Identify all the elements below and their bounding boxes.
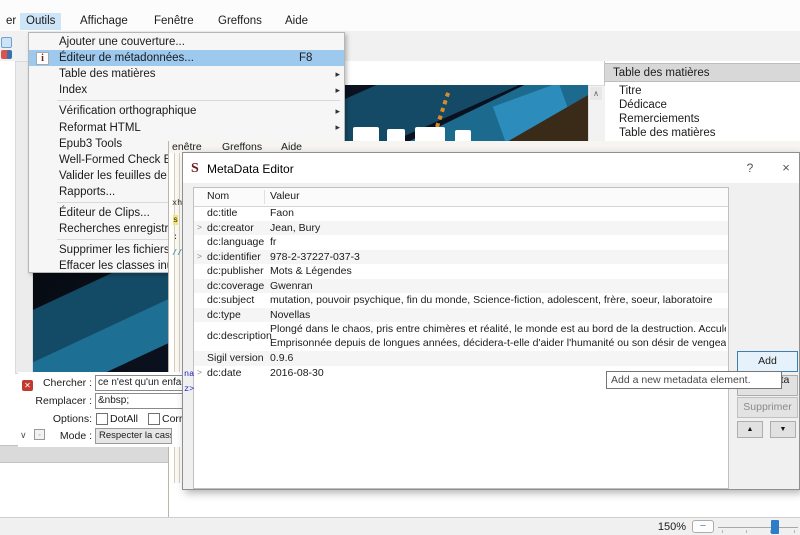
code-fragment: // bbox=[172, 248, 182, 258]
mode-label: Mode : bbox=[18, 430, 92, 442]
add-metadata-button[interactable]: Add Metadata bbox=[737, 351, 798, 372]
table-row[interactable]: dc:subjectmutation, pouvoir psychique, f… bbox=[194, 293, 728, 308]
zoom-slider-track[interactable] bbox=[718, 527, 798, 528]
slider-tick bbox=[722, 530, 723, 533]
zoom-level: 150% bbox=[648, 521, 686, 533]
table-row[interactable]: dc:descriptionPlongé dans le chaos, pris… bbox=[194, 322, 728, 351]
correspondance-label: Corres bbox=[162, 413, 182, 425]
menubar-item-aide[interactable]: Aide bbox=[279, 13, 314, 30]
search-input[interactable]: ce n'est qu'un enfan bbox=[95, 375, 182, 391]
help-icon[interactable]: ? bbox=[741, 161, 759, 175]
cover-title-letter bbox=[415, 127, 445, 141]
submenu-arrow-icon: ▸ bbox=[335, 122, 340, 133]
chercher-label: Chercher : bbox=[18, 377, 92, 389]
menu-item-editeur-metadonnees[interactable]: i Éditeur de métadonnées... F8 bbox=[29, 50, 344, 66]
menu-item-verification[interactable]: Vérification orthographique▸ bbox=[29, 103, 344, 119]
menubar-item-fenetre[interactable]: Fenêtre bbox=[148, 13, 200, 30]
menu-item-reformat-html[interactable]: Reformat HTML▸ bbox=[29, 119, 344, 135]
status-bar: 150% − bbox=[0, 517, 800, 535]
metadata-table: Nom Valeur dc:titleFaon >dc:creatorJean,… bbox=[193, 187, 729, 489]
table-row[interactable]: dc:typeNovellas bbox=[194, 308, 728, 323]
zoom-slider-handle[interactable] bbox=[771, 520, 779, 534]
slider-tick bbox=[746, 530, 747, 533]
zoom-out-button[interactable]: − bbox=[692, 520, 714, 533]
options-label: Options: bbox=[18, 413, 92, 425]
shortcut-f8: F8 bbox=[299, 52, 312, 64]
column-header-valeur[interactable]: Valeur bbox=[270, 190, 300, 202]
cover-title-letter bbox=[387, 129, 405, 141]
menu-item-ajouter-couverture[interactable]: Ajouter une couverture... bbox=[29, 34, 344, 50]
submenu-arrow-icon: ▸ bbox=[335, 69, 340, 80]
table-row[interactable]: dc:titleFaon bbox=[194, 206, 728, 221]
slider-tick bbox=[794, 530, 795, 533]
submenu-arrow-icon: ▸ bbox=[335, 106, 340, 117]
submenu-arrow-icon: ▸ bbox=[335, 85, 340, 96]
toc-item-remerciements[interactable]: Remerciements bbox=[619, 112, 700, 126]
table-header: Nom Valeur bbox=[194, 188, 728, 207]
cover-title-letter bbox=[455, 130, 471, 141]
add-metadata-tooltip: Add a new metadata element. bbox=[606, 371, 782, 389]
table-row[interactable]: dc:publisherMots & Légendes bbox=[194, 264, 728, 279]
up-arrow-icon: ▲ bbox=[747, 426, 754, 433]
menubar-item-partial[interactable]: er bbox=[0, 13, 22, 30]
code-fragment: na bbox=[184, 369, 194, 379]
column-header-nom[interactable]: Nom bbox=[207, 190, 229, 202]
bottom-divider-bar bbox=[0, 445, 168, 463]
dotall-checkbox[interactable] bbox=[96, 413, 108, 425]
menu-item-index[interactable]: Index▸ bbox=[29, 82, 344, 98]
minus-icon: − bbox=[700, 520, 706, 532]
expand-arrow-icon[interactable]: > bbox=[197, 367, 202, 377]
expand-arrow-icon[interactable]: > bbox=[197, 251, 202, 261]
toc-item-titre[interactable]: Titre bbox=[619, 84, 642, 98]
menu-item-table-matieres[interactable]: Table des matières▸ bbox=[29, 66, 344, 82]
metadata-editor-dialog: S MetaData Editor ? × Nom Valeur dc:titl… bbox=[182, 152, 800, 490]
find-replace-panel: ✕ Chercher : ce n'est qu'un enfan Rempla… bbox=[18, 372, 182, 447]
toc-panel-header: Table des matières bbox=[605, 63, 800, 82]
toc-item-tdm[interactable]: Table des matières bbox=[619, 126, 716, 140]
table-row[interactable]: dc:languagefr bbox=[194, 235, 728, 250]
code-fragment: s bbox=[173, 215, 178, 225]
correspondance-checkbox[interactable] bbox=[148, 413, 160, 425]
menubar-item-outils[interactable]: Outils bbox=[20, 13, 61, 30]
table-row[interactable]: Sigil version0.9.6 bbox=[194, 351, 728, 366]
screen: er Outils Affichage Fenêtre Greffons Aid… bbox=[0, 0, 800, 535]
move-down-button[interactable]: ▼ bbox=[770, 421, 796, 438]
remplacer-label: Remplacer : bbox=[18, 395, 92, 407]
close-icon[interactable]: × bbox=[777, 160, 795, 175]
sigil-logo-icon: S bbox=[191, 161, 199, 177]
code-fragment: : bbox=[173, 232, 178, 242]
code-fragment: z> bbox=[184, 384, 194, 394]
toolbar-icon-fragment bbox=[7, 50, 12, 59]
supprimer-button[interactable]: Supprimer bbox=[737, 397, 798, 418]
expand-arrow-icon[interactable]: > bbox=[197, 222, 202, 232]
column-divider[interactable] bbox=[264, 190, 265, 204]
dialog-title: MetaData Editor bbox=[207, 162, 294, 176]
toolbar-icon-fragment bbox=[1, 37, 12, 48]
scroll-up-icon[interactable]: ∧ bbox=[590, 87, 602, 100]
table-row[interactable]: dc:coverageGwenran bbox=[194, 279, 728, 294]
table-row[interactable]: >dc:creatorJean, Bury bbox=[194, 221, 728, 236]
table-row[interactable]: >dc:identifier978-2-37227-037-3 bbox=[194, 250, 728, 265]
toc-item-dedicace[interactable]: Dédicace bbox=[619, 98, 667, 112]
dialog-titlebar[interactable]: S MetaData Editor ? × bbox=[183, 153, 799, 183]
metadata-editor-icon: i bbox=[36, 52, 49, 65]
menubar-item-affichage[interactable]: Affichage bbox=[74, 13, 134, 30]
dotall-label: DotAll bbox=[110, 413, 138, 425]
replace-input[interactable]: &nbsp; bbox=[95, 393, 182, 409]
main-menubar: er Outils Affichage Fenêtre Greffons Aid… bbox=[0, 0, 800, 32]
menubar-item-greffons[interactable]: Greffons bbox=[212, 13, 268, 30]
cover-title-letter bbox=[353, 127, 379, 141]
move-up-button[interactable]: ▲ bbox=[737, 421, 763, 438]
mode-select[interactable]: Respecter la casse bbox=[95, 428, 172, 444]
code-fragment: xh bbox=[172, 198, 182, 208]
down-arrow-icon: ▼ bbox=[780, 426, 787, 433]
